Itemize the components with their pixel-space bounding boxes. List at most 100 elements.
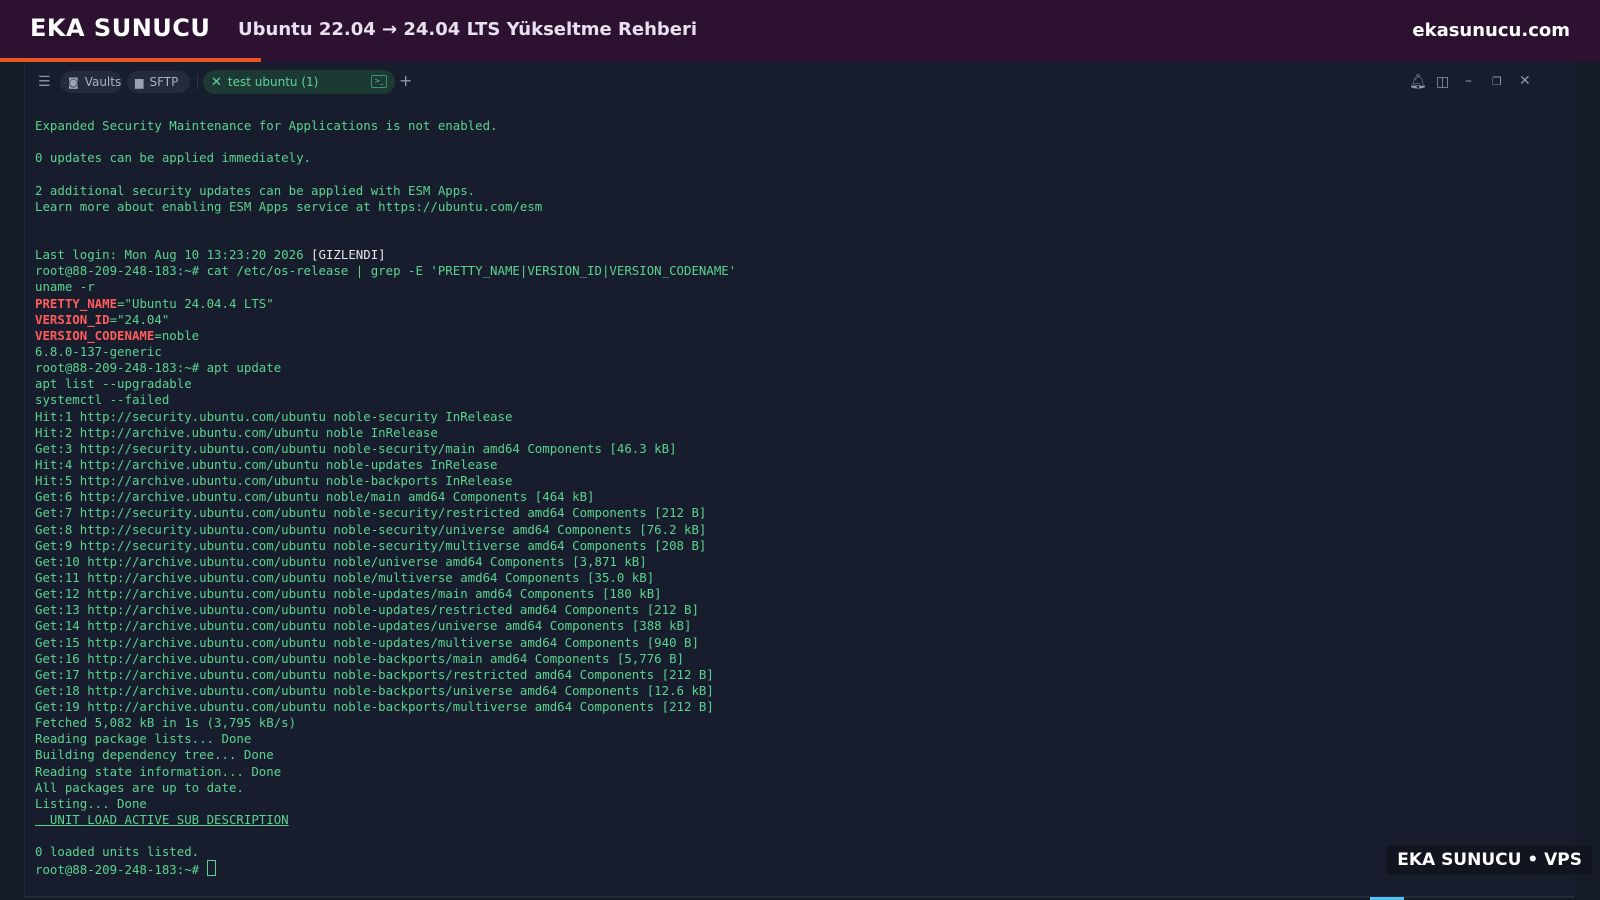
terminal-line-text: Get:13 http://archive.ubuntu.com/ubuntu … bbox=[35, 602, 699, 618]
terminal-line-text: Hit:1 http://security.ubuntu.com/ubuntu … bbox=[35, 408, 513, 424]
terminal-line-text: Hit:4 http://archive.ubuntu.com/ubuntu n… bbox=[35, 456, 498, 472]
terminal-line: 6.8.0-137-generic bbox=[35, 344, 736, 360]
terminal-line-text: Get:19 http://archive.ubuntu.com/ubuntu … bbox=[35, 699, 714, 715]
redacted-ip-tag: [GIZLENDI] bbox=[311, 247, 386, 263]
guide-banner: EKA SUNUCU Ubuntu 22.04 → 24.04 LTS Yüks… bbox=[0, 0, 1600, 62]
terminal-line-text: root@88-209-248-183:~# cat /etc/os-relea… bbox=[35, 263, 737, 279]
terminal-line: Hit:5 http://archive.ubuntu.com/ubuntu n… bbox=[35, 473, 736, 489]
add-tab-button[interactable]: + bbox=[399, 73, 412, 89]
terminal-line: Get:15 http://archive.ubuntu.com/ubuntu … bbox=[35, 635, 736, 651]
terminal-line-text: Fetched 5,082 kB in 1s (3,795 kB/s) bbox=[35, 715, 297, 731]
close-icon[interactable]: ✕ bbox=[1519, 73, 1531, 89]
terminal-line-text: Get:18 http://archive.ubuntu.com/ubuntu … bbox=[35, 682, 714, 698]
terminal-line: Hit:2 http://archive.ubuntu.com/ubuntu n… bbox=[35, 425, 736, 441]
os-release-key: PRETTY_NAME bbox=[35, 295, 118, 311]
restore-icon[interactable]: ❐ bbox=[1492, 74, 1502, 90]
terminal-line-text: Last login: Mon Aug 10 13:23:20 2026 bbox=[35, 247, 312, 263]
tab-bar: ☰ ◙ Vaults ▆ SFTP ✕ test ubuntu (1) >_ +… bbox=[25, 62, 1575, 102]
terminal-line: Fetched 5,082 kB in 1s (3,795 kB/s) bbox=[35, 715, 736, 731]
vaults-button[interactable]: ◙ Vaults bbox=[60, 71, 122, 93]
terminal-line: Get:16 http://archive.ubuntu.com/ubuntu … bbox=[35, 651, 736, 667]
close-tab-icon[interactable]: ✕ bbox=[211, 75, 222, 90]
terminal-line: 0 loaded units listed. bbox=[35, 844, 736, 860]
os-release-key: VERSION_CODENAME bbox=[35, 327, 155, 343]
terminal-line: Get:11 http://archive.ubuntu.com/ubuntu … bbox=[35, 570, 736, 586]
terminal-line-text: Get:10 http://archive.ubuntu.com/ubuntu … bbox=[35, 553, 647, 569]
terminal-line-text: 6.8.0-137-generic bbox=[35, 343, 162, 359]
terminal-line-text: root@88-209-248-183:~# bbox=[35, 862, 207, 878]
terminal-line-text: Get:15 http://archive.ubuntu.com/ubuntu … bbox=[35, 634, 699, 650]
terminal-line: 0 updates can be applied immediately. bbox=[35, 150, 736, 166]
terminal-line: UNIT LOAD ACTIVE SUB DESCRIPTION bbox=[35, 812, 736, 828]
os-release-key: VERSION_ID bbox=[35, 311, 110, 327]
terminal-line: Last login: Mon Aug 10 13:23:20 2026 [GI… bbox=[35, 247, 736, 263]
terminal-line: Get:9 http://security.ubuntu.com/ubuntu … bbox=[35, 538, 736, 554]
terminal-line: Get:18 http://archive.ubuntu.com/ubuntu … bbox=[35, 683, 736, 699]
os-release-value: ="24.04" bbox=[109, 311, 170, 327]
terminal-line-text: Listing... Done bbox=[35, 795, 147, 811]
terminal-line-text: apt list --upgradable bbox=[35, 376, 192, 392]
terminal-line: Hit:4 http://archive.ubuntu.com/ubuntu n… bbox=[35, 457, 736, 473]
terminal-line: systemctl --failed bbox=[35, 392, 736, 408]
terminal-line: Expanded Security Maintenance for Applic… bbox=[35, 118, 736, 134]
terminal-line: Learn more about enabling ESM Apps servi… bbox=[35, 199, 736, 215]
tab-label: test ubuntu (1) bbox=[227, 75, 319, 89]
os-release-value: ="Ubuntu 24.04.4 LTS" bbox=[117, 295, 274, 311]
systemctl-unit-header: UNIT LOAD ACTIVE SUB DESCRIPTION bbox=[35, 812, 289, 828]
sftp-label: SFTP bbox=[149, 75, 179, 89]
terminal-cursor bbox=[206, 860, 216, 877]
folder-icon: ▆ bbox=[135, 75, 144, 89]
hamburger-icon[interactable]: ☰ bbox=[38, 74, 51, 90]
terminal-line: root@88-209-248-183:~# cat /etc/os-relea… bbox=[35, 263, 736, 279]
split-panel-icon[interactable]: ◫ bbox=[1436, 74, 1449, 90]
terminal-line: Get:12 http://archive.ubuntu.com/ubuntu … bbox=[35, 586, 736, 602]
terminal-line: VERSION_ID="24.04" bbox=[35, 312, 736, 328]
terminal-line-text: Reading state information... Done bbox=[35, 763, 282, 779]
terminal-line: Get:14 http://archive.ubuntu.com/ubuntu … bbox=[35, 618, 736, 634]
site-url[interactable]: ekasunucu.com bbox=[1412, 20, 1570, 41]
terminal-line-text: Get:8 http://security.ubuntu.com/ubuntu … bbox=[35, 521, 707, 537]
bell-icon[interactable]: 🔔︎ bbox=[1409, 74, 1427, 90]
terminal-line-text: Get:7 http://security.ubuntu.com/ubuntu … bbox=[35, 505, 707, 521]
terminal-line-text: root@88-209-248-183:~# apt update bbox=[35, 360, 282, 376]
terminal-line: apt list --upgradable bbox=[35, 376, 736, 392]
terminal-line-text: Learn more about enabling ESM Apps servi… bbox=[35, 198, 543, 214]
terminal-line: uname -r bbox=[35, 279, 736, 295]
terminal-line-text: systemctl --failed bbox=[35, 392, 170, 408]
terminal-line-text: Hit:2 http://archive.ubuntu.com/ubuntu n… bbox=[35, 424, 438, 440]
terminal-line-text: uname -r bbox=[35, 279, 95, 295]
terminal-line-text: Get:6 http://archive.ubuntu.com/ubuntu n… bbox=[35, 489, 595, 505]
terminal-output[interactable]: Expanded Security Maintenance for Applic… bbox=[35, 118, 736, 877]
terminal-line: 2 additional security updates can be app… bbox=[35, 183, 736, 199]
terminal-line: All packages are up to date. bbox=[35, 780, 736, 796]
terminal-line: Reading package lists... Done bbox=[35, 731, 736, 747]
terminal-line: Get:17 http://archive.ubuntu.com/ubuntu … bbox=[35, 667, 736, 683]
terminal-line-text: 2 additional security updates can be app… bbox=[35, 182, 476, 198]
minimize-icon[interactable]: – bbox=[1465, 73, 1472, 89]
terminal-line-text: Get:9 http://security.ubuntu.com/ubuntu … bbox=[35, 537, 707, 553]
terminal-line: Get:8 http://security.ubuntu.com/ubuntu … bbox=[35, 522, 736, 538]
terminal-line-text: All packages are up to date. bbox=[35, 779, 244, 795]
terminal-line: PRETTY_NAME="Ubuntu 24.04.4 LTS" bbox=[35, 296, 736, 312]
terminal-app-window: ☰ ◙ Vaults ▆ SFTP ✕ test ubuntu (1) >_ +… bbox=[24, 62, 1575, 898]
terminal-line: Reading state information... Done bbox=[35, 764, 736, 780]
terminal-line: Get:10 http://archive.ubuntu.com/ubuntu … bbox=[35, 554, 736, 570]
watermark: EKA SUNUCU • VPS bbox=[1387, 846, 1592, 874]
tab-test-ubuntu[interactable]: ✕ test ubuntu (1) >_ bbox=[203, 70, 395, 94]
terminal-line-text: Get:16 http://archive.ubuntu.com/ubuntu … bbox=[35, 650, 685, 666]
brand-name: EKA SUNUCU bbox=[30, 14, 211, 42]
terminal-line: Hit:1 http://security.ubuntu.com/ubuntu … bbox=[35, 409, 736, 425]
terminal-line: Get:19 http://archive.ubuntu.com/ubuntu … bbox=[35, 699, 736, 715]
terminal-line-text: Get:17 http://archive.ubuntu.com/ubuntu … bbox=[35, 666, 714, 682]
sftp-button[interactable]: ▆ SFTP bbox=[127, 71, 190, 93]
terminal-line: root@88-209-248-183:~# bbox=[35, 860, 736, 878]
terminal-line-text: Expanded Security Maintenance for Applic… bbox=[35, 118, 498, 133]
terminal-line: Listing... Done bbox=[35, 796, 736, 812]
terminal-line-text: Get:11 http://archive.ubuntu.com/ubuntu … bbox=[35, 569, 655, 585]
vaults-label: Vaults bbox=[84, 75, 122, 89]
